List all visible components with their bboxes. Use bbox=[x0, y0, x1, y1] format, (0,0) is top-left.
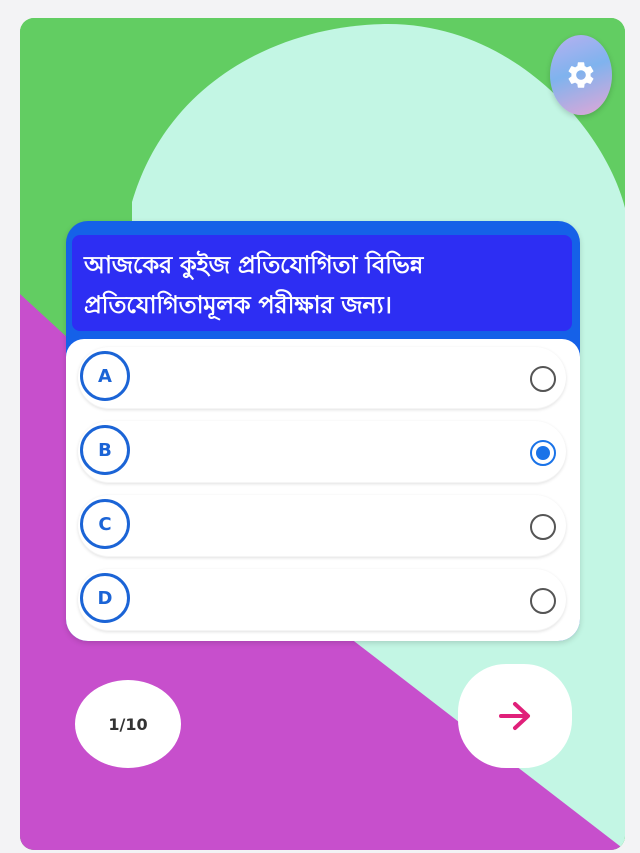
option-radio[interactable] bbox=[530, 366, 556, 392]
arrow-right-icon bbox=[499, 702, 530, 730]
quiz-card: আজকের কুইজ প্রতিযোগিতা বিভিন্ন প্রতিযোগি… bbox=[66, 221, 580, 641]
settings-button[interactable] bbox=[550, 35, 612, 115]
option-c[interactable]: C bbox=[78, 495, 566, 557]
question-text: আজকের কুইজ প্রতিযোগিতা বিভিন্ন প্রতিযোগি… bbox=[72, 235, 572, 331]
option-letter-badge: C bbox=[80, 499, 130, 549]
option-letter-badge: B bbox=[80, 425, 130, 475]
question-counter: 1/10 bbox=[75, 680, 181, 768]
option-radio[interactable] bbox=[530, 588, 556, 614]
options-list: A B C D bbox=[66, 339, 580, 641]
option-b[interactable]: B bbox=[78, 421, 566, 483]
gear-icon bbox=[568, 62, 594, 88]
option-a[interactable]: A bbox=[78, 347, 566, 409]
option-radio[interactable] bbox=[530, 514, 556, 540]
next-button[interactable] bbox=[458, 664, 572, 768]
option-radio-selected[interactable] bbox=[530, 440, 556, 466]
quiz-screen: আজকের কুইজ প্রতিযোগিতা বিভিন্ন প্রতিযোগি… bbox=[20, 18, 625, 850]
option-letter-badge: D bbox=[80, 573, 130, 623]
option-d[interactable]: D bbox=[78, 569, 566, 631]
option-letter-badge: A bbox=[80, 351, 130, 401]
